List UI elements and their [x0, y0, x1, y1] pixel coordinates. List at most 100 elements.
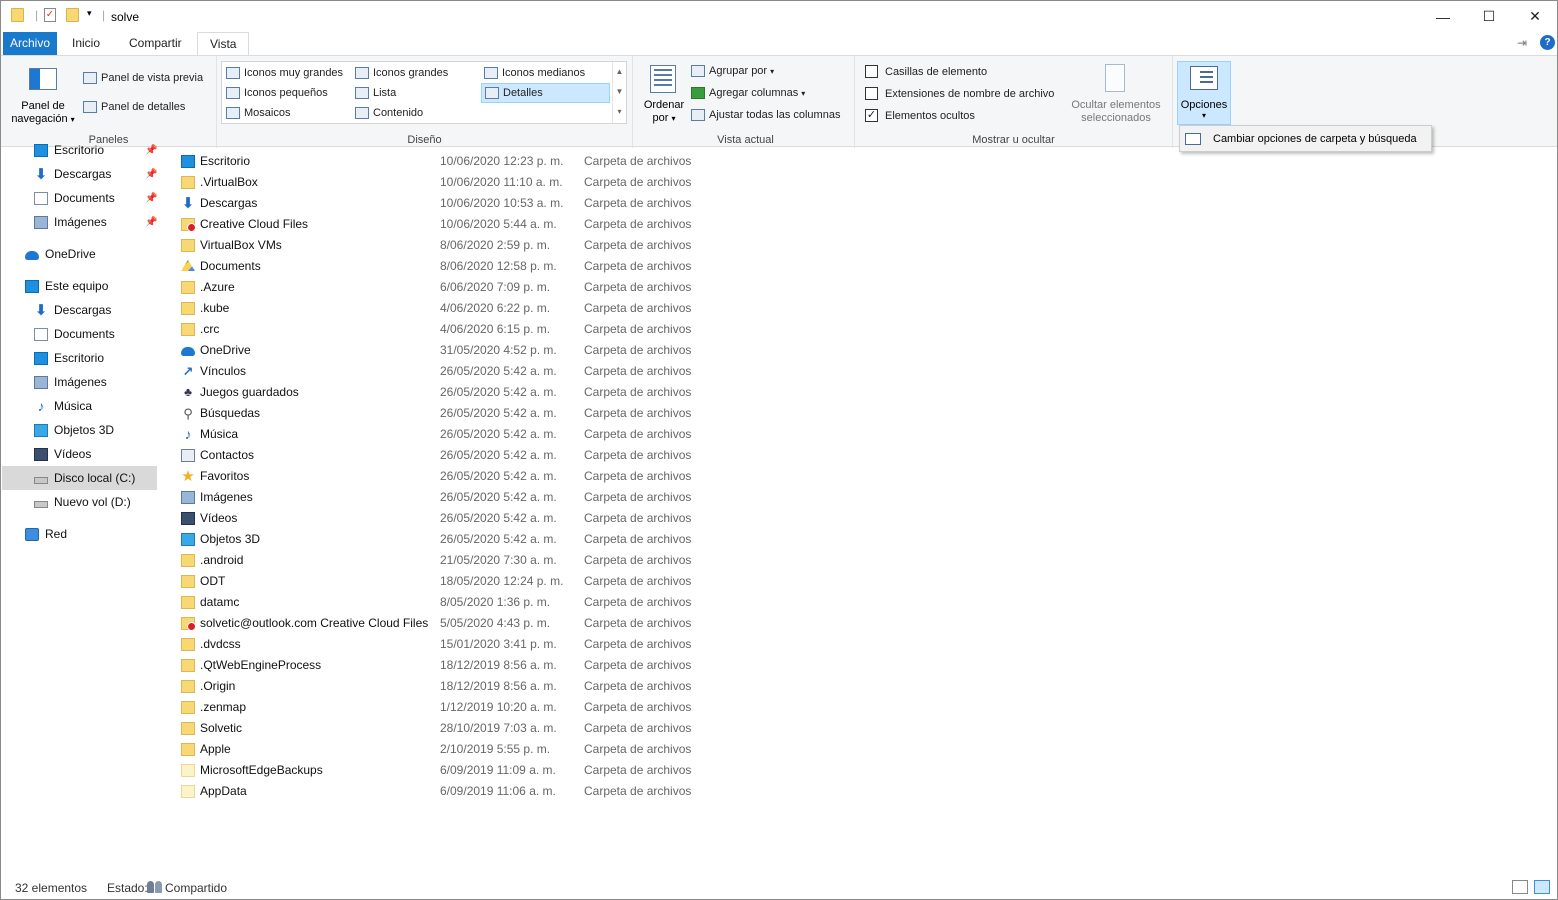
- large-icons-view-button[interactable]: [1534, 880, 1550, 894]
- nav-this-pc-item[interactable]: Disco local (C:): [2, 466, 157, 490]
- tab-view[interactable]: Vista: [197, 32, 250, 56]
- change-folder-options-item[interactable]: Cambiar opciones de carpeta y búsqueda: [1213, 133, 1417, 145]
- nav-this-pc-item[interactable]: ♪ Música: [34, 394, 93, 418]
- file-row[interactable]: solvetic@outlook.com Creative Cloud File…: [171, 613, 711, 634]
- nav-this-pc-item[interactable]: Documents: [34, 322, 115, 346]
- navigation-pane-button[interactable]: Panel de navegación ▾: [5, 100, 81, 126]
- nav-quick-access-item[interactable]: Escritorio 📌: [34, 138, 157, 162]
- scroll-up-icon[interactable]: ▲: [613, 62, 626, 82]
- minimize-ribbon-icon[interactable]: ⇥: [1517, 36, 1527, 50]
- size-all-columns-button[interactable]: Ajustar todas las columnas: [691, 109, 840, 121]
- file-row[interactable]: .kube 4/06/2020 6:22 p. m. Carpeta de arch…: [171, 298, 711, 319]
- tab-file[interactable]: Archivo: [3, 32, 57, 55]
- tab-share[interactable]: Compartir: [117, 32, 194, 55]
- scroll-down-icon[interactable]: ▼: [613, 82, 626, 102]
- file-row[interactable]: Contactos 26/05/2020 5:42 a. m. Carpeta de…: [171, 445, 711, 466]
- file-row[interactable]: Imágenes 26/05/2020 5:42 a. m. Carpeta de …: [171, 487, 711, 508]
- new-folder-icon[interactable]: [66, 8, 79, 22]
- pin-icon[interactable]: 📌: [145, 169, 157, 180]
- file-row[interactable]: Documents 8/06/2020 12:58 p. m. Carpeta de…: [171, 256, 711, 277]
- item-checkboxes-toggle[interactable]: Casillas de elemento: [865, 65, 987, 78]
- layout-small-icons[interactable]: Iconos pequeños: [223, 83, 351, 103]
- file-row[interactable]: .dvdcss 15/01/2020 3:41 p. m. Carpeta de a…: [171, 634, 711, 655]
- details-view-button[interactable]: [1512, 880, 1528, 894]
- pin-icon[interactable]: 📌: [145, 145, 157, 156]
- file-row[interactable]: .Origin 18/12/2019 8:56 a. m. Carpeta de a…: [171, 676, 711, 697]
- file-row[interactable]: VirtualBox VMs 8/06/2020 2:59 p. m. Carpet…: [171, 235, 711, 256]
- file-name: .QtWebEngineProcess: [200, 658, 322, 672]
- nav-network[interactable]: Red: [25, 522, 67, 546]
- file-extensions-checkbox[interactable]: [865, 87, 878, 100]
- file-date: 8/06/2020 2:59 p. m.: [440, 238, 551, 252]
- file-date: 4/06/2020 6:15 p. m.: [440, 322, 551, 336]
- layout-medium-icons[interactable]: Iconos medianos: [481, 63, 609, 83]
- details-icon: [485, 87, 499, 99]
- file-row[interactable]: ⚲ Búsquedas 26/05/2020 5:42 a. m. Carpeta d…: [171, 403, 711, 424]
- file-row[interactable]: ★ Favoritos 26/05/2020 5:42 a. m. Carpeta d…: [171, 466, 711, 487]
- preview-pane-button[interactable]: Panel de vista previa: [83, 72, 203, 84]
- file-row[interactable]: ODT 18/05/2020 12:24 p. m. Carpeta de arch…: [171, 571, 711, 592]
- file-row[interactable]: .crc 4/06/2020 6:15 p. m. Carpeta de archi…: [171, 319, 711, 340]
- file-row[interactable]: Apple 2/10/2019 5:55 p. m. Carpeta de arch…: [171, 739, 711, 760]
- nav-this-pc-item[interactable]: Vídeos: [34, 442, 91, 466]
- add-columns-button[interactable]: Agregar columnas ▾: [691, 87, 805, 99]
- file-row[interactable]: Vídeos 26/05/2020 5:42 a. m. Carpeta de ar…: [171, 508, 711, 529]
- file-row[interactable]: ↗ Vínculos 26/05/2020 5:42 a. m. Carpeta de…: [171, 361, 711, 382]
- layout-content[interactable]: Contenido: [352, 103, 480, 123]
- file-row[interactable]: Objetos 3D 26/05/2020 5:42 a. m. Carpeta d…: [171, 529, 711, 550]
- nav-this-pc-item[interactable]: Escritorio: [34, 346, 104, 370]
- file-type: Carpeta de archivos: [584, 406, 692, 420]
- file-row[interactable]: .VirtualBox 10/06/2020 11:10 a. m. Carpeta…: [171, 172, 711, 193]
- pin-icon[interactable]: 📌: [145, 193, 157, 204]
- file-extensions-toggle[interactable]: Extensiones de nombre de archivo: [865, 87, 1054, 100]
- nav-this-pc-item[interactable]: Objetos 3D: [34, 418, 114, 442]
- nav-quick-access-item[interactable]: ⬇ Descargas 📌: [34, 162, 158, 186]
- sort-by-button[interactable]: Ordenar por ▾: [639, 99, 689, 125]
- file-row[interactable]: Solvetic 28/10/2019 7:03 a. m. Carpeta de …: [171, 718, 711, 739]
- properties-icon[interactable]: ✓: [44, 8, 56, 22]
- file-row[interactable]: .QtWebEngineProcess 18/12/2019 8:56 a. m.…: [171, 655, 711, 676]
- group-by-button[interactable]: Agrupar por ▾: [691, 65, 774, 77]
- pin-icon[interactable]: 📌: [145, 217, 157, 228]
- file-row[interactable]: ⬇ Descargas 10/06/2020 10:53 a. m. Carpeta …: [171, 193, 711, 214]
- customize-toolbar-chevron-icon[interactable]: ▾: [87, 8, 92, 19]
- file-row[interactable]: Escritorio 10/06/2020 12:23 p. m. Carpeta …: [171, 151, 711, 172]
- layout-list[interactable]: Lista: [352, 83, 480, 103]
- nav-this-pc-item[interactable]: ⬇ Descargas: [34, 298, 112, 322]
- file-row[interactable]: Creative Cloud Files 10/06/2020 5:44 a. m…: [171, 214, 711, 235]
- layout-extra-large-icons[interactable]: Iconos muy grandes: [223, 63, 351, 83]
- file-row[interactable]: .android 21/05/2020 7:30 a. m. Carpeta de …: [171, 550, 711, 571]
- maximize-button[interactable]: ☐: [1466, 1, 1512, 32]
- nav-onedrive[interactable]: OneDrive: [25, 242, 96, 266]
- file-row[interactable]: .Azure 6/06/2020 7:09 p. m. Carpeta de arc…: [171, 277, 711, 298]
- file-name: Escritorio: [200, 154, 251, 168]
- hidden-items-toggle[interactable]: ✓ Elementos ocultos: [865, 109, 975, 122]
- file-row[interactable]: MicrosoftEdgeBackups 6/09/2019 11:09 a. m…: [171, 760, 711, 781]
- details-pane-icon: [83, 101, 97, 113]
- options-button[interactable]: Opciones ▾: [1177, 61, 1231, 125]
- help-icon[interactable]: ?: [1540, 35, 1555, 50]
- file-row[interactable]: .zenmap 1/12/2019 10:20 a. m. Carpeta de a…: [171, 697, 711, 718]
- minimize-button[interactable]: —: [1420, 1, 1466, 32]
- file-row[interactable]: ♣ Juegos guardados 26/05/2020 5:42 a. m. Ca…: [171, 382, 711, 403]
- nav-this-pc-item[interactable]: Imágenes: [34, 370, 107, 394]
- nav-quick-access-item[interactable]: Documents 📌: [34, 186, 157, 210]
- close-button[interactable]: ✕: [1512, 1, 1558, 32]
- details-pane-button[interactable]: Panel de detalles: [83, 101, 185, 113]
- nav-this-pc[interactable]: Este equipo: [25, 274, 108, 298]
- file-row[interactable]: OneDrive 31/05/2020 4:52 p. m. Carpeta de …: [171, 340, 711, 361]
- layout-large-icons[interactable]: Iconos grandes: [352, 63, 480, 83]
- file-row[interactable]: ♪ Música 26/05/2020 5:42 a. m. Carpeta de a…: [171, 424, 711, 445]
- file-row[interactable]: datamc 8/05/2020 1:36 p. m. Carpeta de arc…: [171, 592, 711, 613]
- hide-selected-button[interactable]: Ocultar elementos seleccionados: [1063, 99, 1169, 125]
- nav-quick-access-item[interactable]: Imágenes 📌: [34, 210, 157, 234]
- tab-home[interactable]: Inicio: [60, 32, 112, 55]
- hidden-items-checkbox[interactable]: ✓: [865, 109, 878, 122]
- layout-details[interactable]: Detalles: [481, 83, 610, 103]
- expand-gallery-icon[interactable]: ▾: [613, 102, 626, 122]
- layout-scrollbar[interactable]: ▲ ▼ ▾: [612, 62, 626, 123]
- layout-tiles[interactable]: Mosaicos: [223, 103, 351, 123]
- nav-this-pc-item[interactable]: Nuevo vol (D:): [34, 490, 131, 514]
- item-checkboxes-checkbox[interactable]: [865, 65, 878, 78]
- file-row[interactable]: AppData 6/09/2019 11:06 a. m. Carpeta de a…: [171, 781, 711, 802]
